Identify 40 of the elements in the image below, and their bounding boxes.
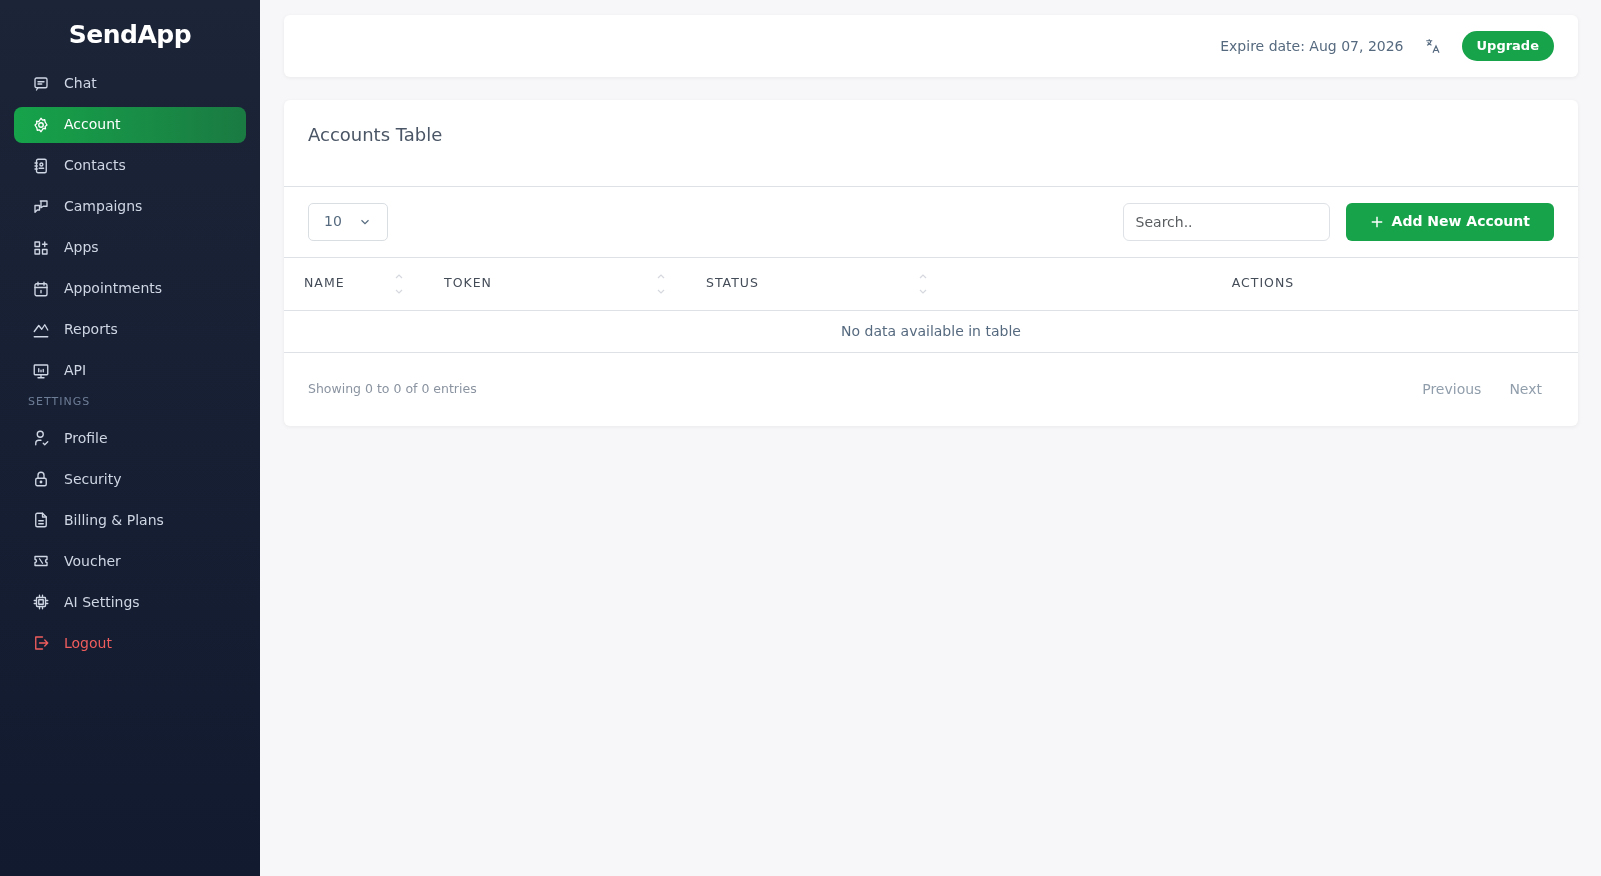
address-book-icon xyxy=(32,156,50,175)
sidebar-item[interactable]: Security xyxy=(14,461,246,497)
logo: SendApp xyxy=(67,19,193,51)
translate-icon[interactable] xyxy=(1423,37,1442,55)
logout-icon xyxy=(32,634,50,652)
entries-info: Showing 0 to 0 of 0 entries xyxy=(308,379,477,398)
chat-bubbles-icon xyxy=(32,197,50,216)
sidebar-item[interactable]: Contacts xyxy=(14,147,246,184)
sidebar-item[interactable]: Apps xyxy=(14,229,246,266)
sidebar-item[interactable]: Campaigns xyxy=(14,188,246,225)
plus-icon xyxy=(1369,214,1384,229)
column-header[interactable]: TOKEN xyxy=(424,257,686,311)
lock-icon xyxy=(32,470,50,488)
search-field[interactable]: Search.. xyxy=(1122,202,1330,241)
section-header: SETTINGS xyxy=(27,393,92,410)
chat-icon xyxy=(32,74,50,93)
sidebar-item[interactable]: Billing & Plans xyxy=(14,502,246,538)
sidebar-item[interactable]: Chat xyxy=(14,65,246,102)
chip-icon xyxy=(32,593,50,611)
sidebar-item[interactable]: Profile xyxy=(14,420,246,456)
page-size-select[interactable]: 10 xyxy=(308,202,388,241)
column-header[interactable]: NAME xyxy=(284,257,424,311)
column-header: ACTIONS xyxy=(948,257,1578,311)
sidebar-item[interactable]: AI Settings xyxy=(14,584,246,620)
sidebar-item[interactable]: API xyxy=(14,352,246,389)
expire-date: Expire date: Aug 07, 2026 xyxy=(1220,36,1404,56)
document-icon xyxy=(32,511,50,529)
gear-icon xyxy=(32,115,50,134)
calendar-icon xyxy=(32,279,50,298)
user-check-icon xyxy=(32,429,50,447)
grid-plus-icon xyxy=(32,238,50,257)
column-header[interactable]: STATUS xyxy=(686,257,948,311)
sidebar-item[interactable]: Appointments xyxy=(14,270,246,307)
empty-table-message: No data available in table xyxy=(284,310,1578,353)
sidebar-item[interactable]: Voucher xyxy=(14,543,246,579)
sidebar-item[interactable]: Account xyxy=(14,106,246,143)
monitor-icon xyxy=(32,361,50,380)
logout-link[interactable]: Logout xyxy=(14,625,246,661)
card-title: Accounts Table xyxy=(308,124,444,146)
sidebar-item[interactable]: Reports xyxy=(14,311,246,348)
